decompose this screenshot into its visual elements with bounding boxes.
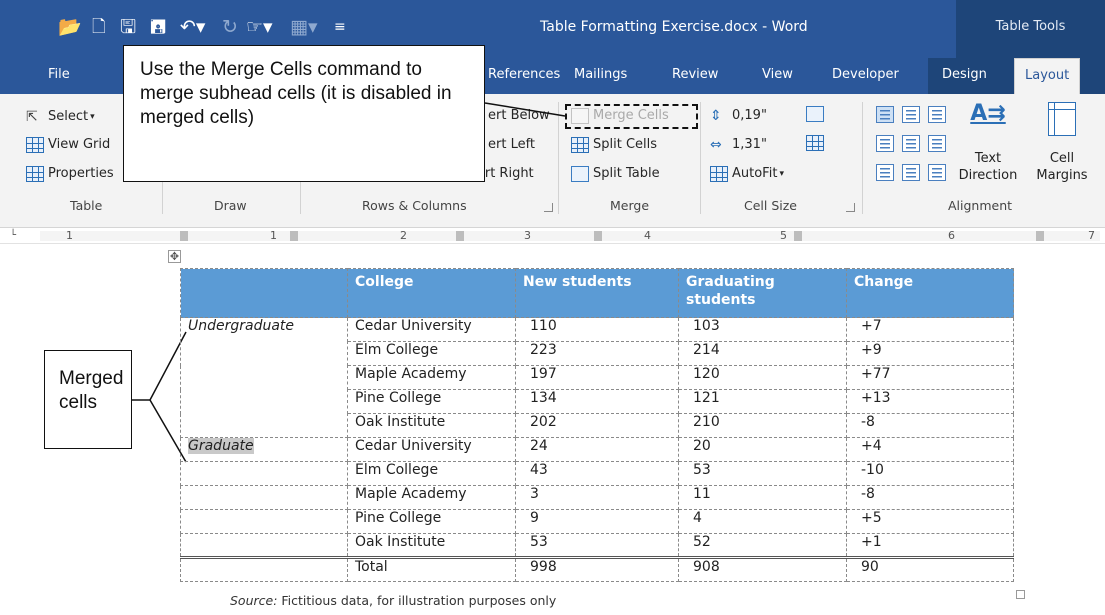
cell-change[interactable]: +9 xyxy=(846,341,1014,366)
cell-graduating[interactable]: 210 xyxy=(678,413,847,438)
cell-college[interactable]: Elm College xyxy=(347,341,516,366)
cell-new[interactable]: 9 xyxy=(515,509,679,534)
empty-subhead-cell[interactable] xyxy=(180,485,348,510)
cell-graduating[interactable]: 121 xyxy=(678,389,847,414)
header-new-students[interactable]: New students xyxy=(515,268,679,318)
cell-new[interactable]: 53 xyxy=(515,533,679,558)
cell-graduating[interactable]: 214 xyxy=(678,341,847,366)
merge-cells-callout: Use the Merge Cells command to merge sub… xyxy=(123,45,485,182)
total-row: Total 998 908 90 xyxy=(180,556,1014,582)
total-blank-cell[interactable] xyxy=(180,556,348,582)
merge-callout-pointer xyxy=(484,102,566,117)
empty-subhead-cell[interactable] xyxy=(180,533,348,558)
table-move-handle-icon[interactable]: ✥ xyxy=(168,250,181,263)
subhead-cell-graduate[interactable]: Graduate xyxy=(180,437,348,462)
header-change[interactable]: Change xyxy=(846,268,1014,318)
cell-change[interactable]: +4 xyxy=(846,437,1014,462)
table-row: Graduate Cedar University 24 20 +4 xyxy=(180,437,1014,462)
cell-new[interactable]: 134 xyxy=(515,389,679,414)
empty-subhead-cell[interactable] xyxy=(180,461,348,486)
cell-new[interactable]: 43 xyxy=(515,461,679,486)
source-label: Source: xyxy=(230,593,278,608)
cell-change[interactable]: +77 xyxy=(846,365,1014,390)
cell-change[interactable]: -8 xyxy=(846,485,1014,510)
table-row: Elm College 43 53 -10 xyxy=(180,461,1014,486)
header-blank[interactable] xyxy=(180,268,348,318)
cell-college[interactable]: Cedar University xyxy=(347,437,516,462)
table-row: Pine College 9 4 +5 xyxy=(180,509,1014,534)
total-label[interactable]: Total xyxy=(347,556,516,582)
cell-college[interactable]: Pine College xyxy=(347,509,516,534)
data-table: College New students Graduating students… xyxy=(180,268,1014,582)
merged-cells-callout-line2: cells xyxy=(59,392,98,413)
cell-graduating[interactable]: 11 xyxy=(678,485,847,510)
cell-college[interactable]: Elm College xyxy=(347,461,516,486)
cell-new[interactable]: 223 xyxy=(515,341,679,366)
total-new[interactable]: 998 xyxy=(515,556,679,582)
cell-college[interactable]: Maple Academy xyxy=(347,485,516,510)
cell-graduating[interactable]: 120 xyxy=(678,365,847,390)
cell-change[interactable]: +1 xyxy=(846,533,1014,558)
table-row: Undergraduate Cedar University 110 103 +… xyxy=(180,317,1014,438)
cell-graduating[interactable]: 20 xyxy=(678,437,847,462)
cell-change[interactable]: +13 xyxy=(846,389,1014,414)
cell-graduating[interactable]: 52 xyxy=(678,533,847,558)
cell-college[interactable]: Cedar University xyxy=(347,317,516,342)
empty-subhead-cell[interactable] xyxy=(180,509,348,534)
cell-new[interactable]: 3 xyxy=(515,485,679,510)
cell-college[interactable]: Pine College xyxy=(347,389,516,414)
table-header-row: College New students Graduating students… xyxy=(180,268,1014,318)
header-college[interactable]: College xyxy=(347,268,516,318)
source-text: Fictitious data, for illustration purpos… xyxy=(281,593,557,608)
subhead-label: Graduate xyxy=(188,438,254,454)
table-row: Maple Academy 3 11 -8 xyxy=(180,485,1014,510)
cell-new[interactable]: 202 xyxy=(515,413,679,438)
subhead-label: Undergraduate xyxy=(188,318,295,334)
header-graduating-students[interactable]: Graduating students xyxy=(678,268,847,318)
merged-cells-callout: Merged cells xyxy=(44,350,132,449)
cell-college[interactable]: Maple Academy xyxy=(347,365,516,390)
cell-graduating[interactable]: 53 xyxy=(678,461,847,486)
merged-subhead-undergraduate[interactable]: Undergraduate xyxy=(180,317,348,438)
cell-new[interactable]: 197 xyxy=(515,365,679,390)
source-note: Source: Fictitious data, for illustratio… xyxy=(230,593,556,608)
cell-college[interactable]: Oak Institute xyxy=(347,533,516,558)
cell-change[interactable]: -10 xyxy=(846,461,1014,486)
total-change[interactable]: 90 xyxy=(846,556,1014,582)
cell-change[interactable]: +7 xyxy=(846,317,1014,342)
cell-change[interactable]: -8 xyxy=(846,413,1014,438)
cell-change[interactable]: +5 xyxy=(846,509,1014,534)
cell-college[interactable]: Oak Institute xyxy=(347,413,516,438)
cell-new[interactable]: 110 xyxy=(515,317,679,342)
total-graduating[interactable]: 908 xyxy=(678,556,847,582)
table-resize-handle-icon[interactable] xyxy=(1016,590,1025,599)
merged-cells-callout-line1: Merged xyxy=(59,368,124,389)
cell-graduating[interactable]: 4 xyxy=(678,509,847,534)
cell-graduating[interactable]: 103 xyxy=(678,317,847,342)
table-row: Oak Institute 53 52 +1 xyxy=(180,533,1014,558)
cell-new[interactable]: 24 xyxy=(515,437,679,462)
